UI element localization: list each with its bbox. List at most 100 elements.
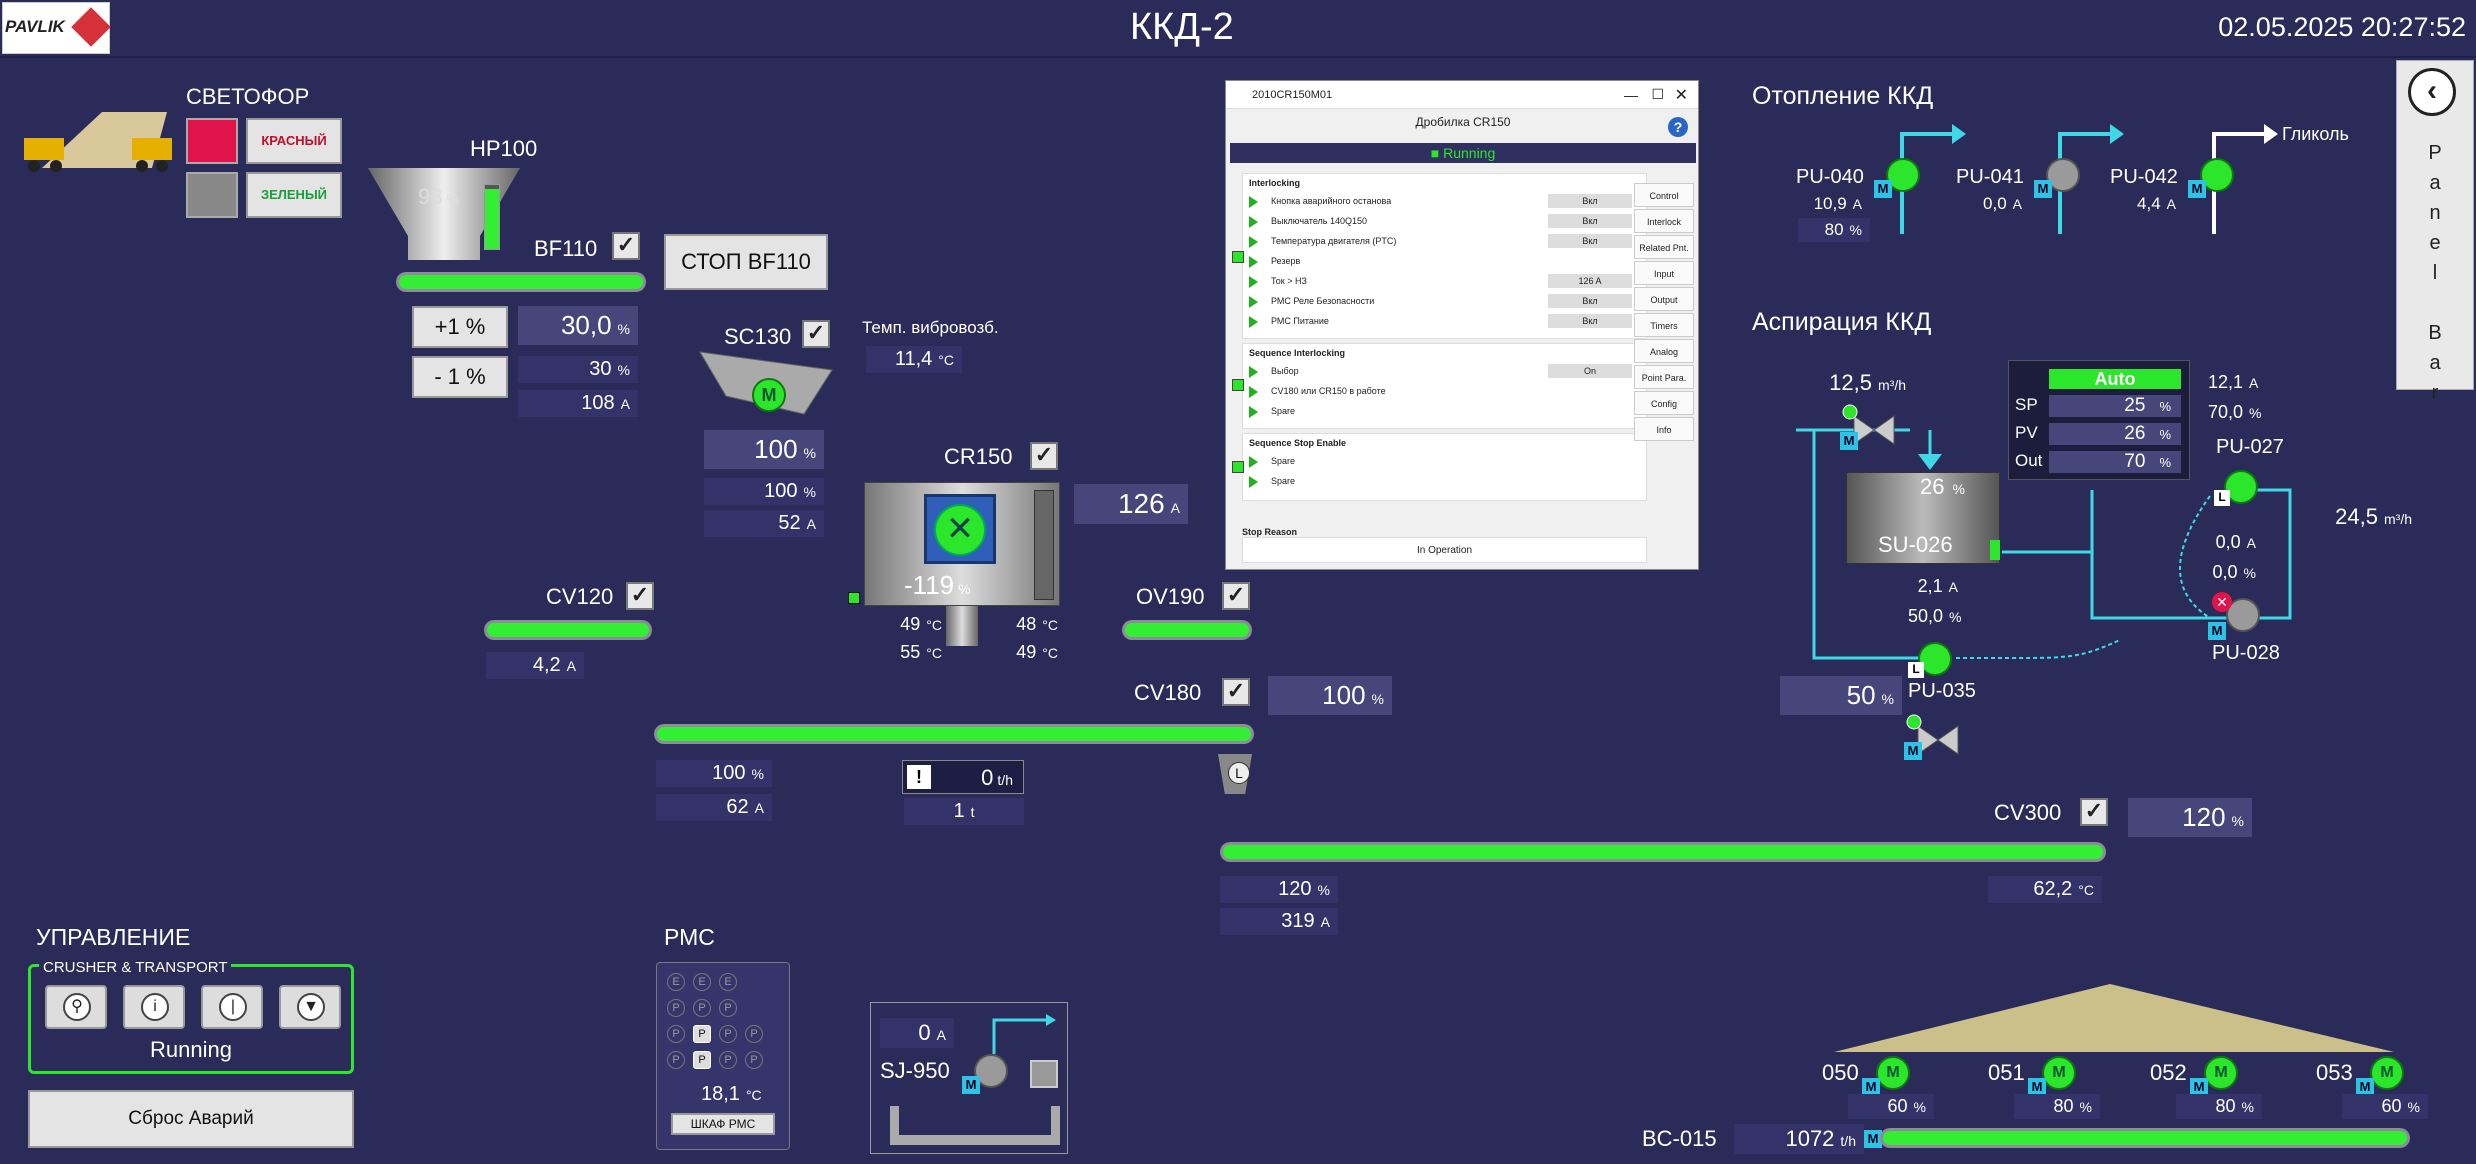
faceplate-tab-pointpara[interactable]: Point Para.	[1634, 365, 1694, 389]
pu035-label[interactable]: PU-035	[1908, 680, 1976, 703]
heating-pump-pct: 80%	[1798, 218, 1870, 242]
rmc-panel[interactable]: EEEPPPPPPPPPPP 18,1 °C ШКАФ РМС	[656, 962, 790, 1150]
feeder-label[interactable]: 051	[1988, 1060, 2025, 1086]
status-arrow-icon	[1249, 276, 1258, 288]
auto-mode[interactable]: Auto	[2049, 369, 2181, 389]
bf110-sp[interactable]: 30,0%	[518, 306, 638, 345]
cr150-label[interactable]: CR150	[944, 444, 1012, 470]
cv180-label[interactable]: CV180	[1134, 680, 1201, 706]
feeder-label[interactable]: 052	[2150, 1060, 2187, 1086]
pid-controller-panel[interactable]: Auto SP 25% PV 26% Out 70%	[2008, 360, 2190, 480]
minimize-icon[interactable]: —	[1624, 87, 1638, 103]
rmc-cabinet-button[interactable]: ШКАФ РМС	[671, 1113, 775, 1135]
crusher-icon: ✕	[934, 504, 986, 556]
sc130-checkbox[interactable]: ✓	[802, 320, 830, 348]
hp100-label[interactable]: HP100	[470, 136, 537, 162]
bf110-checkbox[interactable]: ✓	[612, 232, 640, 260]
cv300-speed[interactable]: 120%	[2128, 798, 2252, 837]
bf110-amps: 108 A	[518, 390, 638, 417]
cv120-label[interactable]: CV120	[546, 584, 613, 610]
pu027-amps: 0,0 A	[2215, 532, 2256, 552]
warning-icon: !	[907, 765, 931, 789]
minus-one-button[interactable]: - 1 %	[412, 356, 508, 398]
sc130-out[interactable]: 100%	[704, 430, 824, 469]
red-button[interactable]: КРАСНЫЙ	[246, 118, 342, 164]
pid-sp[interactable]: 25%	[2049, 395, 2181, 417]
start-button[interactable]: |	[201, 985, 263, 1029]
feeder-motor-icon[interactable]: M	[1876, 1056, 1910, 1090]
light-red	[186, 118, 238, 164]
cv180-checkbox[interactable]: ✓	[1222, 678, 1250, 706]
status-arrow-icon	[1249, 366, 1258, 378]
local-mode-icon: L	[1228, 762, 1250, 784]
cv300-label[interactable]: CV300	[1994, 800, 2061, 826]
pavlik-logo: PAVLIK	[2, 2, 111, 54]
sequence-stop-section: Sequence Stop Enable Spare Spare	[1242, 433, 1647, 501]
heating-pump-label[interactable]: PU-040	[1796, 166, 1864, 189]
pu035-speed[interactable]: 50%	[1780, 676, 1902, 715]
pu028-label[interactable]: PU-028	[2212, 642, 2280, 665]
status-arrow-icon	[1249, 296, 1258, 308]
faceplate-tab-config[interactable]: Config	[1634, 391, 1694, 415]
faceplate-tab-control[interactable]: Control	[1634, 183, 1694, 207]
pu035-local-tag: L	[1908, 662, 1924, 678]
sj950-checkbox[interactable]	[1030, 1060, 1058, 1088]
bc015-label[interactable]: BC-015	[1642, 1126, 1717, 1152]
cv300-checkbox[interactable]: ✓	[2080, 798, 2108, 826]
cv180-speed[interactable]: 100%	[1268, 676, 1392, 715]
manual-mode-button[interactable]: i	[123, 985, 185, 1029]
stop-reason-value: In Operation	[1242, 537, 1647, 563]
rmc-indicator: P	[719, 1025, 737, 1043]
interlock-row: Выбор On	[1243, 362, 1646, 382]
faceplate-tab-analog[interactable]: Analog	[1634, 339, 1694, 363]
ov190-label[interactable]: OV190	[1136, 584, 1205, 610]
heating-pump-label[interactable]: PU-042	[2110, 166, 2178, 189]
stop-bf110-button[interactable]: СТОП BF110	[664, 234, 828, 290]
faceplate-tab-input[interactable]: Input	[1634, 261, 1694, 285]
damper-valve-icon[interactable]	[1840, 400, 1900, 460]
feeder-motor-icon[interactable]: M	[2042, 1056, 2076, 1090]
auto-mode-button[interactable]: ⚲	[45, 985, 107, 1029]
rmc-indicator: E	[719, 973, 737, 991]
sj950-label[interactable]: SJ-950	[880, 1058, 950, 1084]
stop-button[interactable]: ▼	[279, 985, 341, 1029]
cr150-checkbox[interactable]: ✓	[1030, 442, 1058, 470]
bf110-label[interactable]: BF110	[534, 236, 597, 262]
feeder-label[interactable]: 050	[1822, 1060, 1859, 1086]
cv120-checkbox[interactable]: ✓	[626, 582, 654, 610]
maximize-icon[interactable]: ☐	[1651, 86, 1664, 103]
cr150-faceplate-window[interactable]: 2010CR150M01 — ☐ ✕ Дробилка CR150 ? ■ Ru…	[1225, 80, 1699, 570]
feeder-label[interactable]: 053	[2316, 1060, 2353, 1086]
motor-tag: M	[2034, 180, 2052, 198]
control-group-title: CRUSHER & TRANSPORT	[39, 959, 232, 976]
green-button[interactable]: ЗЕЛЕНЫЙ	[246, 172, 342, 218]
feeder-motor-icon[interactable]: M	[2204, 1056, 2238, 1090]
rmc-indicator: P	[693, 1025, 711, 1043]
su026-level: 26%	[1920, 474, 1965, 499]
back-chevron-icon[interactable]: ‹	[2408, 68, 2456, 116]
feeder-motor-icon[interactable]: M	[2370, 1056, 2404, 1090]
faceplate-tab-info[interactable]: Info	[1634, 417, 1694, 441]
plus-one-button[interactable]: +1 %	[412, 306, 508, 348]
sc130-motor-icon[interactable]: M	[752, 378, 786, 412]
reset-alarms-button[interactable]: Сброс Аварий	[28, 1090, 354, 1148]
light-green-off	[186, 172, 238, 218]
rmc-indicator: P	[667, 999, 685, 1017]
faceplate-tab-output[interactable]: Output	[1634, 287, 1694, 311]
close-icon[interactable]: ✕	[1675, 85, 1688, 105]
faceplate-tab-interlock[interactable]: Interlock	[1634, 209, 1694, 233]
sc130-label[interactable]: SC130	[724, 324, 791, 350]
faceplate-tab-relatedpnt[interactable]: Related Pnt.	[1634, 235, 1694, 259]
pu027-label[interactable]: PU-027	[2216, 436, 2284, 459]
heating-pump-label[interactable]: PU-041	[1956, 166, 2024, 189]
faceplate-tab-timers[interactable]: Timers	[1634, 313, 1694, 337]
panel-bar-label[interactable]: PanelBar	[2425, 138, 2445, 408]
help-icon[interactable]: ?	[1668, 117, 1688, 137]
device-name: Дробилка CR150	[1415, 115, 1511, 129]
sj950-outlet-pipe	[992, 1014, 1056, 1054]
interlock-row: Spare	[1243, 402, 1646, 422]
bc015-belt	[1880, 1128, 2410, 1148]
cv300-amps: 319 A	[1220, 908, 1338, 935]
su026-label[interactable]: SU-026	[1878, 532, 1953, 558]
ov190-checkbox[interactable]: ✓	[1222, 582, 1250, 610]
